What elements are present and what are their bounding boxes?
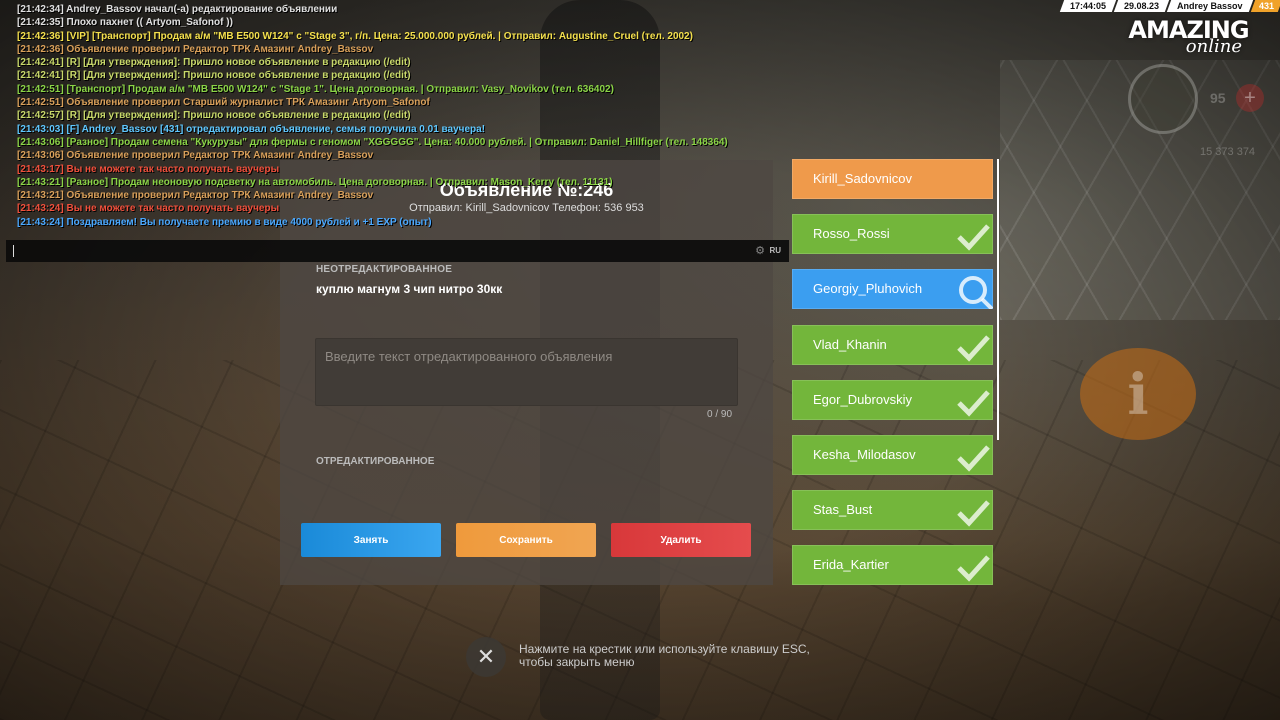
- chat-line: [21:42:41] [R] [Для утверждения]: Пришло…: [17, 57, 411, 69]
- hud-level: 431: [1250, 0, 1280, 12]
- edited-ad-input[interactable]: [315, 338, 738, 406]
- queue-item[interactable]: Kirill_Sadovnicov: [792, 159, 993, 199]
- text-caret: [13, 245, 14, 257]
- chat-line: [21:42:36] Объявление проверил Редактор …: [17, 43, 374, 55]
- hud-player-name: Andrey Bassov: [1167, 0, 1254, 12]
- chat-line: [21:42:34] Andrey_Bassov начал(-а) редак…: [17, 4, 338, 15]
- queue-item[interactable]: Kesha_Milodasov: [792, 434, 993, 475]
- chat-line: [21:43:24] Вы не можете так часто получа…: [17, 203, 280, 215]
- queue-item[interactable]: Egor_Dubrovskiy: [792, 379, 993, 420]
- check-icon: [957, 500, 990, 527]
- health-value: 95: [1210, 90, 1226, 106]
- edited-label: ОТРЕДАКТИРОВАННОЕ: [316, 456, 435, 467]
- chat-line: [21:42:51] Объявление проверил Старший ж…: [17, 97, 430, 109]
- chat-line: [21:43:24] Поздравляем! Вы получаете пре…: [17, 216, 432, 228]
- original-ad-text: куплю магнум 3 чип нитро 30кк: [316, 282, 503, 296]
- check-icon: [957, 445, 990, 472]
- chat-line: [21:42:35] Плохо пахнет (( Artyom_Safono…: [17, 17, 233, 29]
- chat-line: [21:43:06] Объявление проверил Редактор …: [17, 150, 374, 162]
- info-marker: i: [1080, 348, 1196, 440]
- take-button[interactable]: Занять: [301, 523, 441, 557]
- chat-line: [21:42:41] [R] [Для утверждения]: Пришло…: [17, 70, 411, 82]
- queue-item-name: Kirill_Sadovnicov: [813, 171, 912, 186]
- check-icon: [957, 555, 990, 582]
- delete-button[interactable]: Удалить: [611, 523, 751, 557]
- close-icon[interactable]: ✕: [466, 637, 506, 677]
- queue-item-name: Erida_Kartier: [813, 557, 889, 573]
- money-value: 15 373 374: [1200, 146, 1256, 158]
- info-icon: i: [1127, 362, 1149, 428]
- check-icon: [957, 334, 990, 362]
- server-logo: AMAZING online: [1111, 16, 1266, 60]
- queue-item[interactable]: Erida_Kartier: [792, 545, 993, 586]
- chat-line: [21:43:21] Объявление проверил Редактор …: [17, 190, 374, 202]
- magnifier-icon: [959, 276, 993, 310]
- queue-item-name: Vlad_Khanin: [813, 336, 887, 352]
- unedited-label: НЕОТРЕДАКТИРОВАННОЕ: [316, 264, 453, 275]
- save-button[interactable]: Сохранить: [456, 523, 596, 557]
- queue-item[interactable]: Vlad_Khanin: [792, 324, 993, 365]
- chat-line: [21:42:57] [R] [Для утверждения]: Пришло…: [17, 110, 411, 122]
- check-icon: [957, 224, 990, 251]
- queue-item[interactable]: Rosso_Rossi: [792, 214, 993, 255]
- chat-line: [21:43:17] Вы не можете так часто получа…: [17, 163, 280, 175]
- queue-item[interactable]: Georgiy_Pluhovich: [792, 269, 993, 310]
- chat-line: [21:43:21] [Разное] Продам неоновую подс…: [17, 176, 613, 188]
- close-hint: Нажмите на крестик или используйте клави…: [519, 643, 810, 669]
- ad-queue-list: Kirill_Sadovnicov Rosso_Rossi Georgiy_Pluh…: [792, 159, 993, 601]
- queue-item-name: Georgiy_Pluhovich: [813, 281, 923, 297]
- close-hint-line2: чтобы закрыть меню: [519, 655, 635, 669]
- queue-item-name: Rosso_Rossi: [813, 226, 890, 242]
- chat-log: [21:42:34] Andrey_Bassov начал(-а) редак…: [17, 3, 787, 229]
- queue-item-name: Egor_Dubrovskiy: [813, 391, 912, 407]
- check-icon: [957, 390, 990, 417]
- gear-icon[interactable]: ⚙: [755, 244, 765, 257]
- hud-topbar: 17:44:05 29.08.23 Andrey Bassov 431: [1060, 0, 1280, 12]
- char-counter: 0 / 90: [707, 409, 733, 420]
- queue-scrollbar[interactable]: [997, 159, 999, 440]
- health-plus-icon: +: [1236, 84, 1264, 112]
- chat-language[interactable]: RU: [769, 246, 781, 255]
- chat-input[interactable]: ⚙ RU: [6, 240, 789, 262]
- queue-item-name: Stas_Bust: [813, 502, 873, 518]
- queue-item-name: Kesha_Milodasov: [813, 446, 916, 462]
- queue-item[interactable]: Stas_Bust: [792, 490, 993, 531]
- hud-date: 29.08.23: [1114, 0, 1170, 12]
- hud-time: 17:44:05: [1060, 0, 1117, 12]
- chat-line: [21:42:51] [Транспорт] Продам а/м "MB E5…: [17, 83, 614, 95]
- chat-line: [21:43:03] [F] Andrey_Bassov [431] отред…: [17, 123, 486, 135]
- chat-line: [21:42:36] [VIP] [Транспорт] Продам а/м …: [17, 30, 693, 42]
- minimap-radar: [1128, 64, 1198, 134]
- logo-sub: online: [1185, 36, 1242, 57]
- chat-line: [21:43:06] [Разное] Продам семена "Кукур…: [17, 136, 728, 148]
